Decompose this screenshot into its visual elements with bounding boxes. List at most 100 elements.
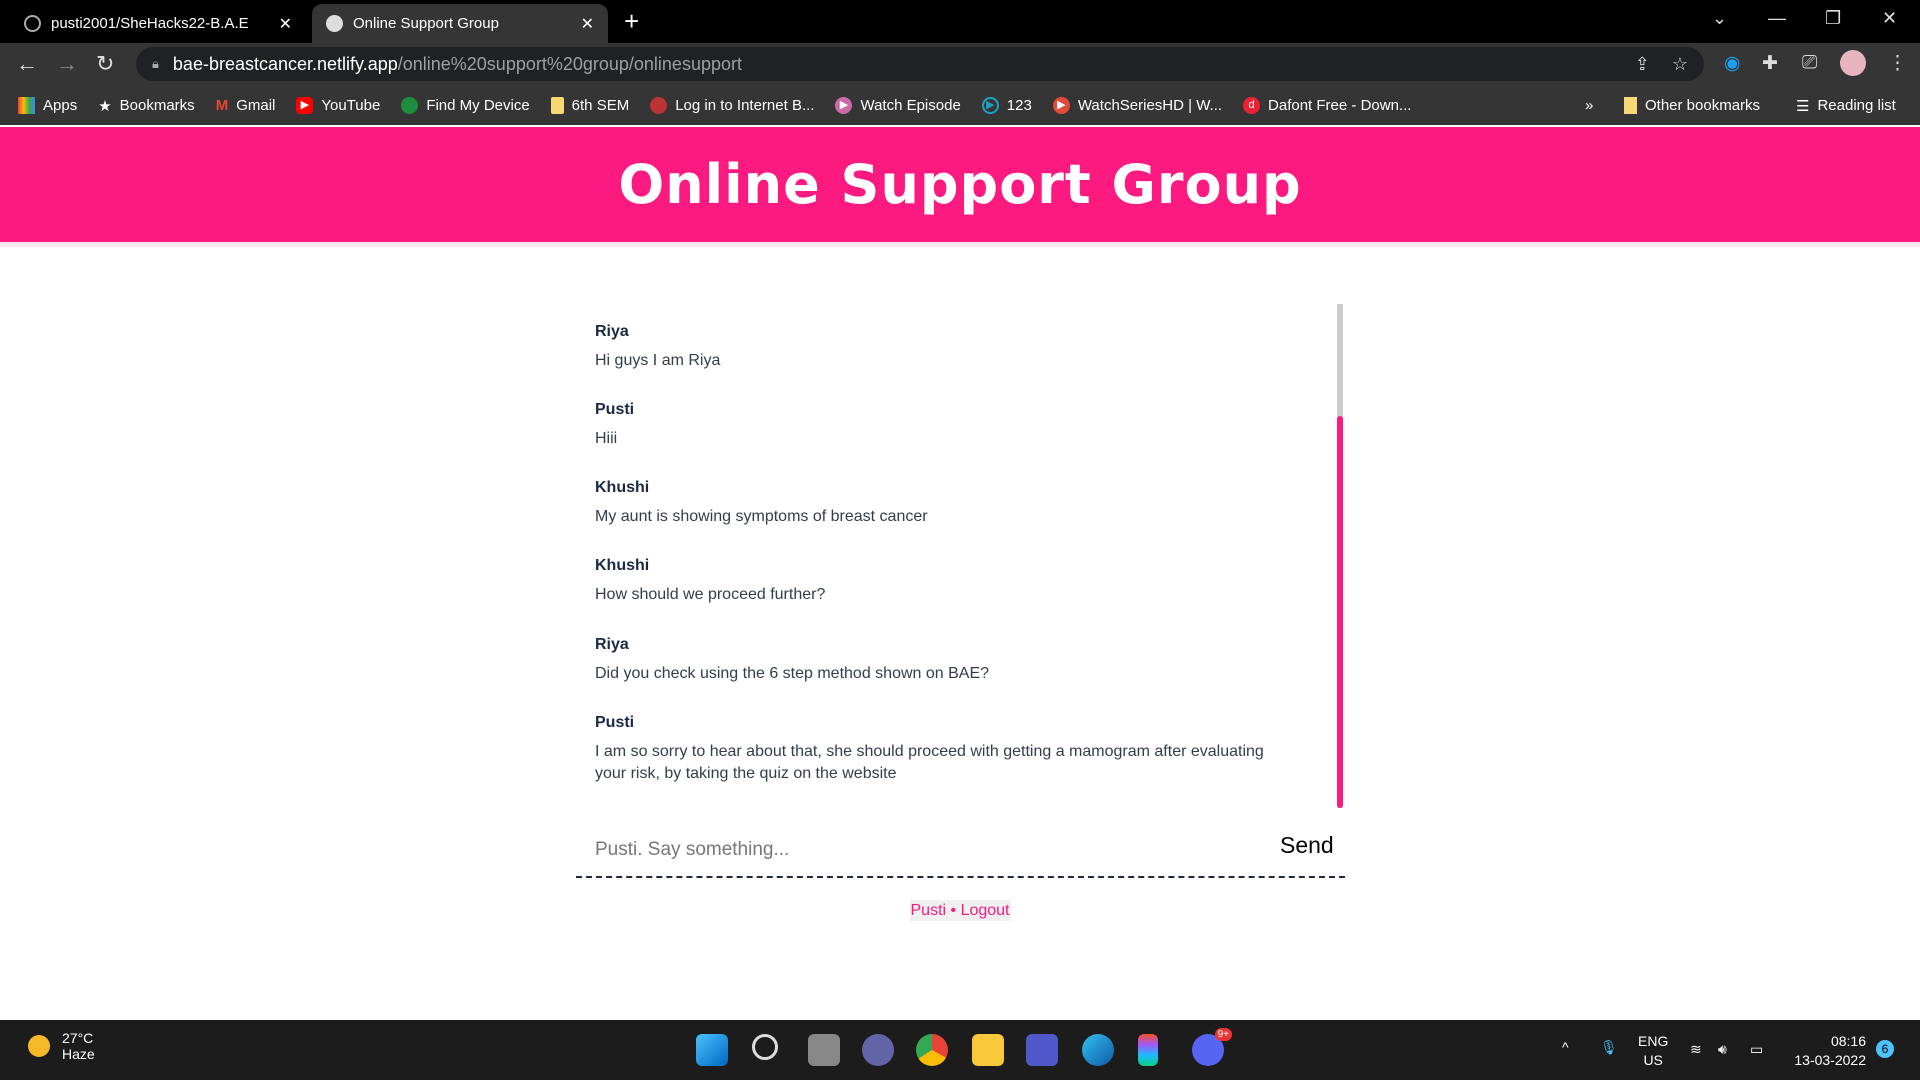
reading-list-icon: ☰ xyxy=(1796,97,1810,115)
battery-icon[interactable]: ▭ xyxy=(1750,1040,1763,1059)
reload-icon[interactable]: ↻ xyxy=(96,51,114,77)
bookmark-label: Reading list xyxy=(1817,97,1896,114)
time: 08:16 xyxy=(1830,1033,1866,1049)
message-text: My aunt is showing symptoms of breast ca… xyxy=(595,508,928,525)
bookmark-dafont[interactable]: d Dafont Free - Down... xyxy=(1243,97,1411,114)
discord-badge: 9+ xyxy=(1214,1028,1232,1041)
region-code: US xyxy=(1643,1052,1663,1068)
microphone-icon[interactable]: 🎙︎ xyxy=(1600,1038,1618,1057)
back-icon[interactable]: ← xyxy=(16,51,38,77)
address-bar[interactable]: 🔒︎ bae-breastcancer.netlify.app/online%2… xyxy=(136,47,1704,81)
restore-button[interactable]: ❐ xyxy=(1825,8,1841,29)
tab-bar: pusti2001/SheHacks22-B.A.E ✕ Online Supp… xyxy=(0,0,1920,43)
bookmark-gmail[interactable]: M Gmail xyxy=(216,97,276,114)
send-button[interactable]: Send xyxy=(1280,832,1334,859)
bookmark-watch-episode[interactable]: ▶ Watch Episode xyxy=(835,97,961,114)
share-icon[interactable]: ⇪ xyxy=(1635,54,1650,75)
menu-icon[interactable]: ⋮ xyxy=(1888,52,1907,75)
close-tab-icon[interactable]: ✕ xyxy=(279,14,292,34)
weather-condition: Haze xyxy=(62,1046,95,1062)
extension-icon[interactable]: ◉ xyxy=(1724,52,1741,75)
bookmark-label: 6th SEM xyxy=(571,97,630,114)
url-host: bae-breastcancer.netlify.app xyxy=(172,53,398,74)
bookmarks-overflow-button[interactable]: » xyxy=(1585,86,1593,125)
teams-icon[interactable] xyxy=(1026,1034,1058,1066)
user-logout-link[interactable]: Pusti • Logout xyxy=(909,900,1011,921)
lang-code: ENG xyxy=(1638,1033,1669,1049)
scrollbar-thumb[interactable] xyxy=(1337,416,1343,808)
volume-icon[interactable]: 🔊︎ xyxy=(1718,1040,1727,1059)
message: Pusti I am so sorry to hear about that, s… xyxy=(595,714,1295,785)
url-path: /online%20support%20group/onlinesupport xyxy=(397,53,742,74)
bookmark-label: Gmail xyxy=(236,97,276,114)
file-explorer-icon[interactable] xyxy=(972,1034,1004,1066)
cast-icon[interactable]: ⎚ xyxy=(1802,52,1817,74)
close-window-button[interactable]: ✕ xyxy=(1882,8,1897,29)
notification-badge[interactable]: 6 xyxy=(1876,1040,1894,1058)
chat-icon[interactable] xyxy=(862,1034,894,1066)
bookmark-watchserieshd[interactable]: ▶ WatchSeriesHD | W... xyxy=(1052,97,1222,114)
tab-title: pusti2001/SheHacks22-B.A.E xyxy=(51,15,249,32)
bookmark-label: Dafont Free - Down... xyxy=(1268,97,1412,114)
globe-icon xyxy=(326,15,343,32)
profile-avatar[interactable] xyxy=(1840,50,1866,76)
youtube-icon: ▶ xyxy=(296,97,314,114)
find-device-icon xyxy=(401,97,419,114)
tab-title: Online Support Group xyxy=(353,15,499,32)
tab-github[interactable]: pusti2001/SheHacks22-B.A.E ✕ xyxy=(10,4,306,43)
clock[interactable]: 08:16 13-03-2022 xyxy=(1788,1032,1866,1070)
close-tab-icon[interactable]: ✕ xyxy=(581,14,594,34)
extensions-puzzle-icon[interactable]: ✚ xyxy=(1762,52,1778,75)
bookmark-123[interactable]: ▶ 123 xyxy=(981,97,1032,114)
lock-icon: 🔒︎ xyxy=(152,56,159,71)
new-tab-button[interactable]: + xyxy=(624,6,639,37)
message-text: Hiii xyxy=(595,430,618,447)
wifi-icon[interactable]: ≋ xyxy=(1690,1040,1702,1059)
discord-icon[interactable]: 9+ xyxy=(1192,1028,1232,1066)
message-input[interactable] xyxy=(595,835,1245,865)
message-author: Riya xyxy=(595,323,629,340)
message: Pusti Hiii xyxy=(595,401,1295,450)
task-view-icon[interactable] xyxy=(808,1034,840,1066)
tab-online-support[interactable]: Online Support Group ✕ xyxy=(312,4,608,43)
weather-widget[interactable]: 27°C Haze xyxy=(28,1030,95,1062)
chat-scrollbar[interactable] xyxy=(1337,304,1343,808)
edge-icon[interactable] xyxy=(1082,1034,1114,1066)
bookmark-youtube[interactable]: ▶ YouTube xyxy=(296,97,380,114)
message-author: Pusti xyxy=(595,714,635,731)
bookmark-apps[interactable]: Apps xyxy=(18,97,77,114)
start-icon[interactable] xyxy=(696,1034,728,1066)
message: Riya Hi guys I am Riya xyxy=(595,323,1295,372)
bookmark-label: Apps xyxy=(43,97,78,114)
tab-search-icon[interactable]: ⌄ xyxy=(1712,8,1727,29)
play-icon: ▶ xyxy=(1052,97,1070,114)
bookmark-label: Watch Episode xyxy=(860,97,961,114)
github-icon xyxy=(24,15,41,32)
other-bookmarks[interactable]: Other bookmarks xyxy=(1624,86,1760,125)
page-title: Online Support Group xyxy=(618,153,1302,216)
message-author: Khushi xyxy=(595,557,650,574)
forward-icon[interactable]: → xyxy=(56,51,78,77)
reading-list[interactable]: ☰ Reading list xyxy=(1796,86,1896,125)
bookmark-label: Find My Device xyxy=(426,97,530,114)
play-icon: ▶ xyxy=(835,97,853,114)
figma-icon[interactable] xyxy=(1138,1034,1158,1066)
search-icon[interactable] xyxy=(752,1034,778,1060)
star-icon[interactable]: ☆ xyxy=(1672,54,1688,75)
apps-grid-icon xyxy=(18,97,35,114)
minimize-button[interactable]: — xyxy=(1768,8,1786,29)
bookmark-label: Other bookmarks xyxy=(1645,97,1761,114)
show-hidden-icons[interactable]: ^ xyxy=(1562,1038,1569,1057)
bookmark-label: YouTube xyxy=(321,97,381,114)
taskbar: 27°C Haze 9+ ^ 🎙︎ ENG US ≋ 🔊︎ ▭ 08:16 13-03… xyxy=(0,1020,1920,1080)
bookmark-bookmarks[interactable]: ★ Bookmarks xyxy=(98,97,194,115)
dafont-icon: d xyxy=(1243,97,1261,114)
folder-icon xyxy=(1624,97,1637,114)
message: Khushi How should we proceed further? xyxy=(595,557,1295,606)
language-indicator[interactable]: ENG US xyxy=(1638,1032,1668,1070)
play-icon: ▶ xyxy=(981,97,999,114)
bookmark-find-my-device[interactable]: Find My Device xyxy=(401,97,530,114)
chrome-icon[interactable] xyxy=(916,1034,948,1066)
bookmark-internet-login[interactable]: Log in to Internet B... xyxy=(650,97,814,114)
bookmark-6th-sem[interactable]: 6th SEM xyxy=(550,97,630,114)
